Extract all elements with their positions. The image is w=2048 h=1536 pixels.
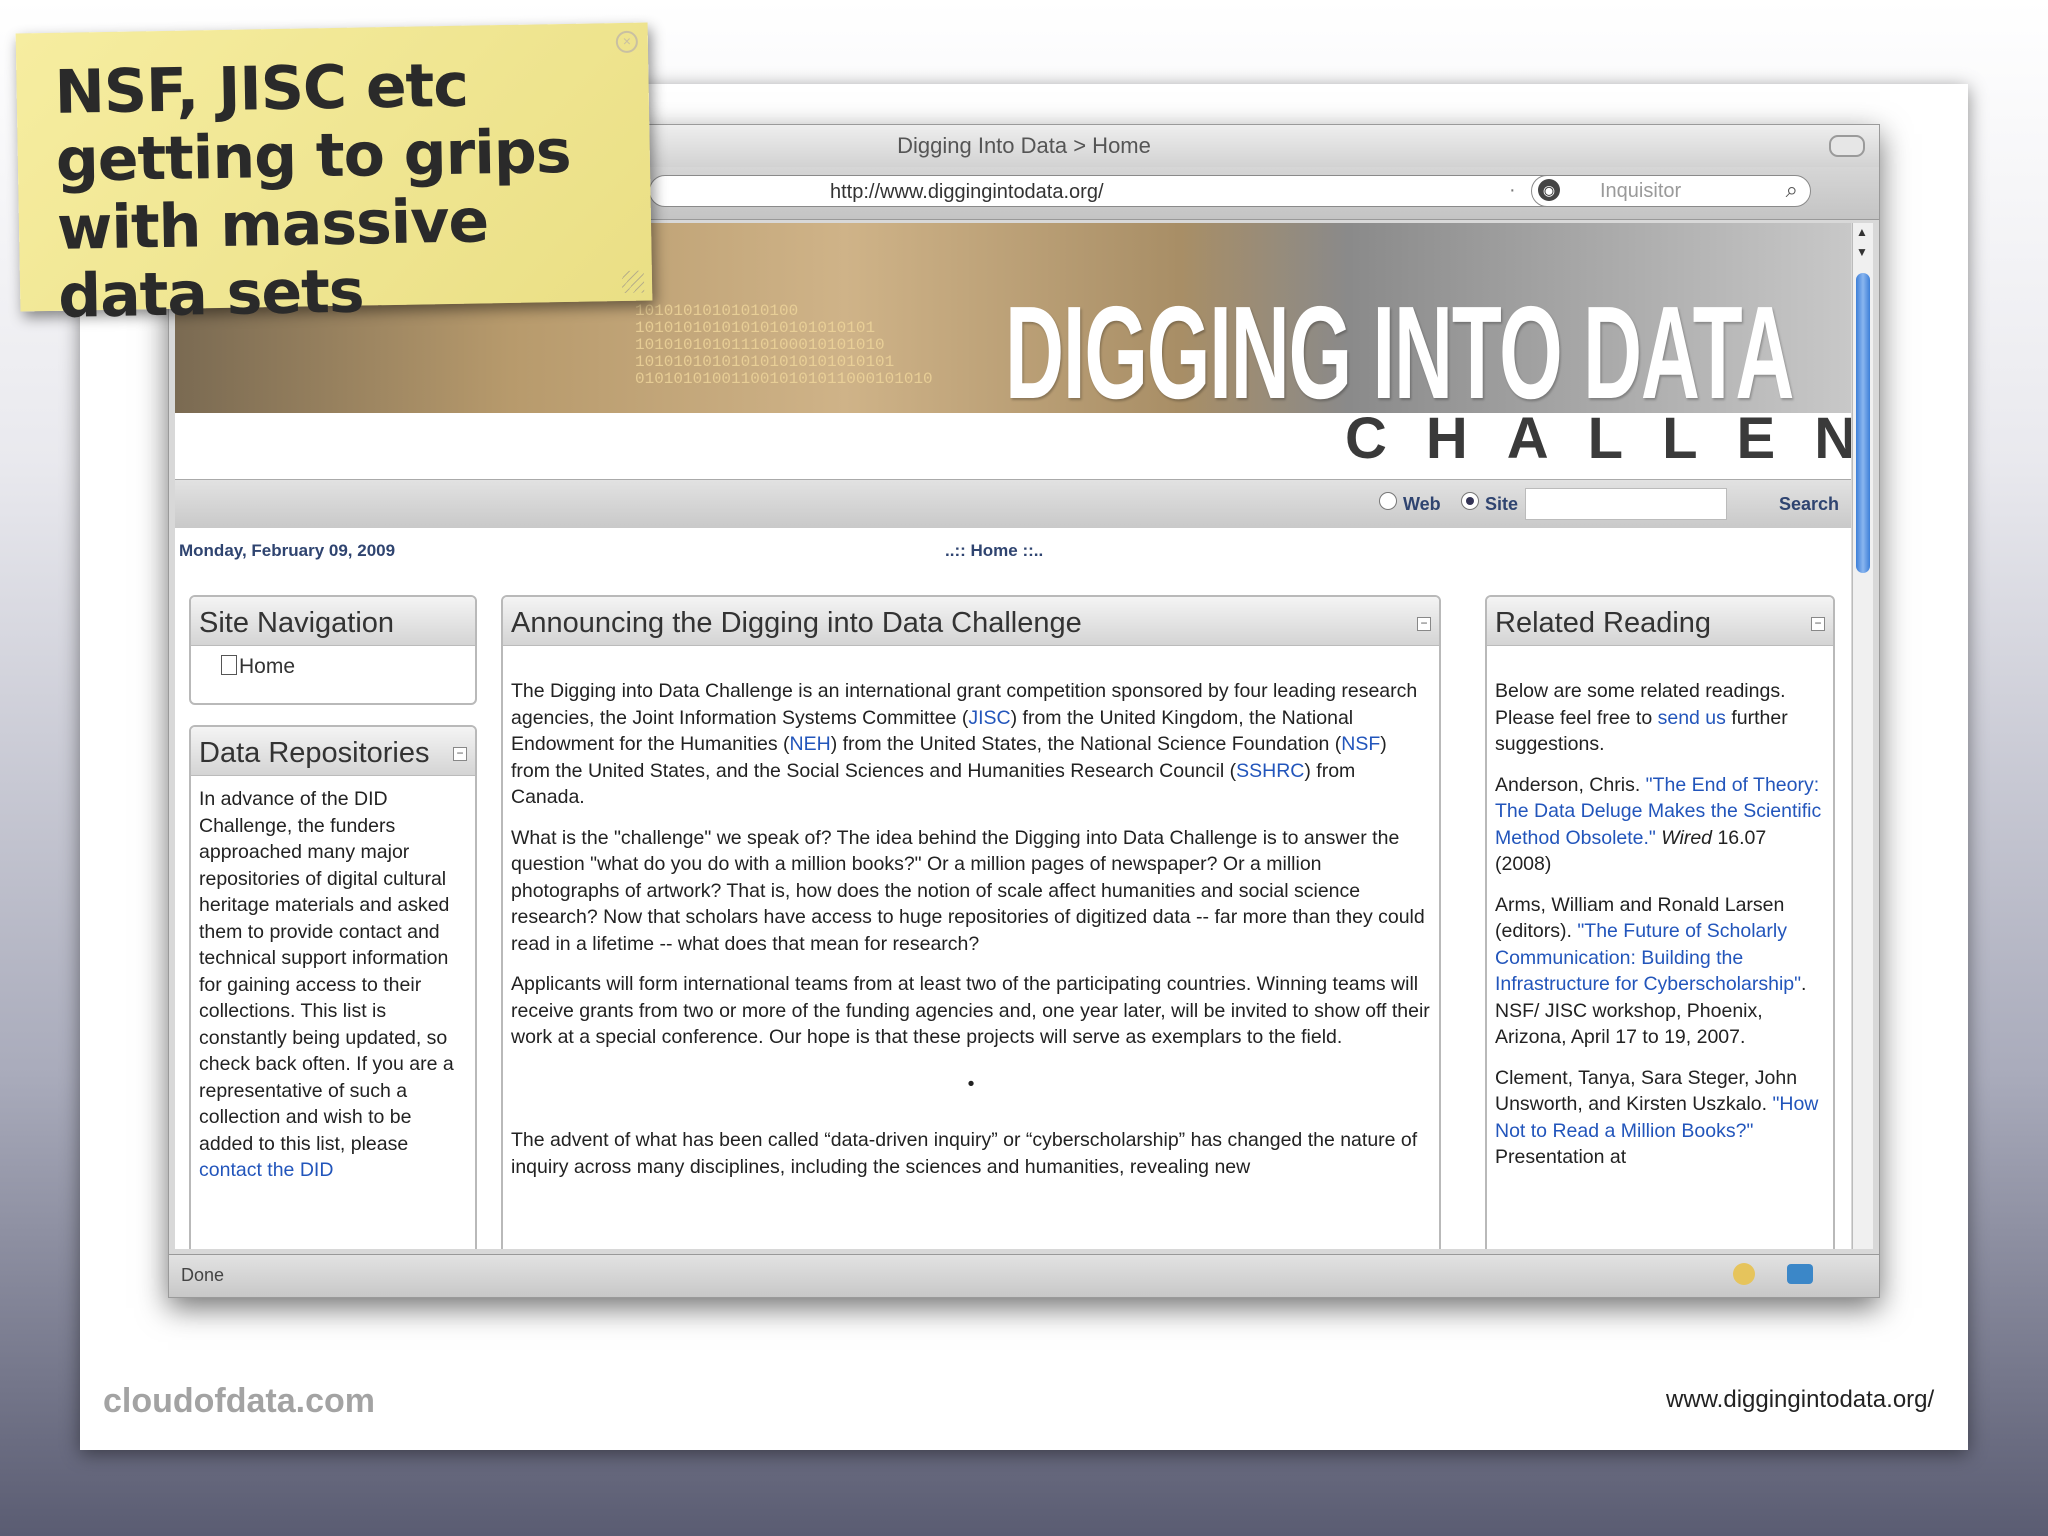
site-radio[interactable] bbox=[1461, 492, 1479, 510]
vertical-scrollbar[interactable]: ▲ ▼ bbox=[1852, 223, 1873, 1249]
jisc-link[interactable]: JISC bbox=[968, 707, 1010, 729]
banner-title: DIGGING INTO DATA bbox=[1005, 279, 1794, 426]
web-radio-label: Web bbox=[1403, 494, 1441, 514]
collapse-icon[interactable]: − bbox=[1811, 617, 1825, 631]
page-content: 10101010101010100 10101010101010101010101… bbox=[175, 223, 1851, 1249]
scroll-down-arrow-icon[interactable]: ▼ bbox=[1856, 245, 1868, 259]
text-span: Clement, Tanya, Sara Steger, John Unswor… bbox=[1495, 1066, 1798, 1116]
url-text: http://www.diggingintodata.org/ bbox=[830, 181, 1104, 203]
breadcrumb[interactable]: ..:: Home ::.. bbox=[945, 541, 1043, 561]
sshrc-link[interactable]: SSHRC bbox=[1236, 760, 1304, 782]
panel-title: Related Reading bbox=[1495, 607, 1712, 639]
banner-lower bbox=[175, 413, 1851, 471]
site-search-button[interactable]: Search bbox=[1779, 494, 1839, 515]
collapse-icon[interactable]: − bbox=[453, 747, 467, 761]
nsf-link[interactable]: NSF bbox=[1341, 733, 1380, 755]
panel-body: In advance of the DID Challenge, the fun… bbox=[191, 776, 475, 1194]
address-bar[interactable]: http://www.diggingintodata.org/ ☆ ▼ bbox=[649, 175, 1669, 207]
addon-network-icon[interactable] bbox=[1787, 1264, 1813, 1284]
reading-item: Arms, William and Ronald Larsen (editors… bbox=[1495, 892, 1825, 1051]
applicants-paragraph: Applicants will form international teams… bbox=[511, 973, 1430, 1048]
neh-link[interactable]: NEH bbox=[790, 733, 831, 755]
status-bar: Done bbox=[169, 1254, 1879, 1297]
announcement-panel: Announcing the Digging into Data Challen… bbox=[501, 595, 1441, 1249]
search-engine-icon[interactable]: ◉ bbox=[1538, 179, 1560, 201]
web-radio[interactable] bbox=[1379, 492, 1397, 510]
site-search-bar: Web Site Search bbox=[175, 479, 1851, 528]
site-navigation-panel: Site Navigation Home bbox=[189, 595, 477, 705]
panel-header: Data Repositories − bbox=[191, 727, 475, 776]
reading-intro: Below are some related readings. Please … bbox=[1495, 678, 1825, 758]
bullet: • bbox=[967, 1072, 975, 1095]
document-icon bbox=[221, 655, 237, 675]
nav-item-home[interactable]: Home bbox=[221, 655, 295, 679]
advent-paragraph: The advent of what has been called “data… bbox=[511, 1129, 1418, 1178]
collapse-icon[interactable]: − bbox=[1417, 617, 1431, 631]
text-span: ) from the United States, the National S… bbox=[830, 733, 1342, 755]
site-radio-label: Site bbox=[1485, 494, 1519, 514]
panel-body: Below are some related readings. Please … bbox=[1487, 646, 1833, 1195]
text-span: Anderson, Chris. bbox=[1495, 773, 1646, 796]
date-line: Monday, February 09, 2009 bbox=[179, 541, 396, 560]
text-span: Presentation at bbox=[1495, 1146, 1627, 1168]
send-us-link[interactable]: send us bbox=[1658, 707, 1726, 729]
panel-title: Announcing the Digging into Data Challen… bbox=[511, 607, 1082, 639]
panel-header: Site Navigation bbox=[191, 597, 475, 646]
status-text: Done bbox=[181, 1265, 225, 1285]
search-field[interactable]: ◉ Inquisitor ⌕ bbox=[1531, 175, 1811, 207]
contact-link[interactable]: contact the DID bbox=[199, 1159, 333, 1181]
nav-item-label: Home bbox=[239, 655, 296, 678]
addon-face-icon[interactable] bbox=[1733, 1263, 1755, 1285]
reading-item: Clement, Tanya, Sara Steger, John Unswor… bbox=[1495, 1065, 1825, 1171]
scroll-up-arrow-icon[interactable]: ▲ bbox=[1856, 225, 1868, 239]
repositories-text: In advance of the DID Challenge, the fun… bbox=[199, 788, 454, 1155]
panel-body: The Digging into Data Challenge is an in… bbox=[503, 646, 1439, 1204]
banner-binary-pattern: 10101010101010100 10101010101010101010101… bbox=[635, 302, 933, 388]
reading-item: Anderson, Chris. "The End of Theory: The… bbox=[1495, 772, 1825, 878]
intro-paragraph: The Digging into Data Challenge is an in… bbox=[511, 678, 1431, 811]
panel-header: Announcing the Digging into Data Challen… bbox=[503, 597, 1439, 646]
footer-site-name: cloudofdata.com bbox=[103, 1382, 376, 1420]
panel-title: Data Repositories bbox=[199, 737, 430, 769]
data-repositories-panel: Data Repositories − In advance of the DI… bbox=[189, 725, 477, 1249]
journal-name: Wired bbox=[1661, 826, 1713, 849]
search-placeholder: Inquisitor bbox=[1600, 180, 1682, 202]
sticky-note-text: NSF, JISC etc getting to grips with mass… bbox=[54, 50, 572, 332]
site-search-input[interactable] bbox=[1525, 488, 1727, 520]
sticky-note: NSF, JISC etc getting to grips with mass… bbox=[15, 22, 653, 332]
search-icon[interactable]: ⌕ bbox=[1786, 177, 1798, 203]
panel-title: Site Navigation bbox=[199, 607, 395, 639]
footer-url: www.diggingintodata.org/ bbox=[1666, 1386, 1935, 1413]
separator-dot: · bbox=[1509, 179, 1516, 201]
toolbar-toggle-button[interactable] bbox=[1829, 135, 1865, 157]
close-icon[interactable]: × bbox=[615, 30, 639, 54]
panel-header: Related Reading − bbox=[1487, 597, 1833, 646]
resize-grip-icon[interactable] bbox=[621, 270, 645, 293]
related-reading-panel: Related Reading − Below are some related… bbox=[1485, 595, 1835, 1249]
scroll-thumb[interactable] bbox=[1856, 273, 1870, 573]
challenge-paragraph: What is the "challenge" we speak of? The… bbox=[511, 826, 1425, 955]
